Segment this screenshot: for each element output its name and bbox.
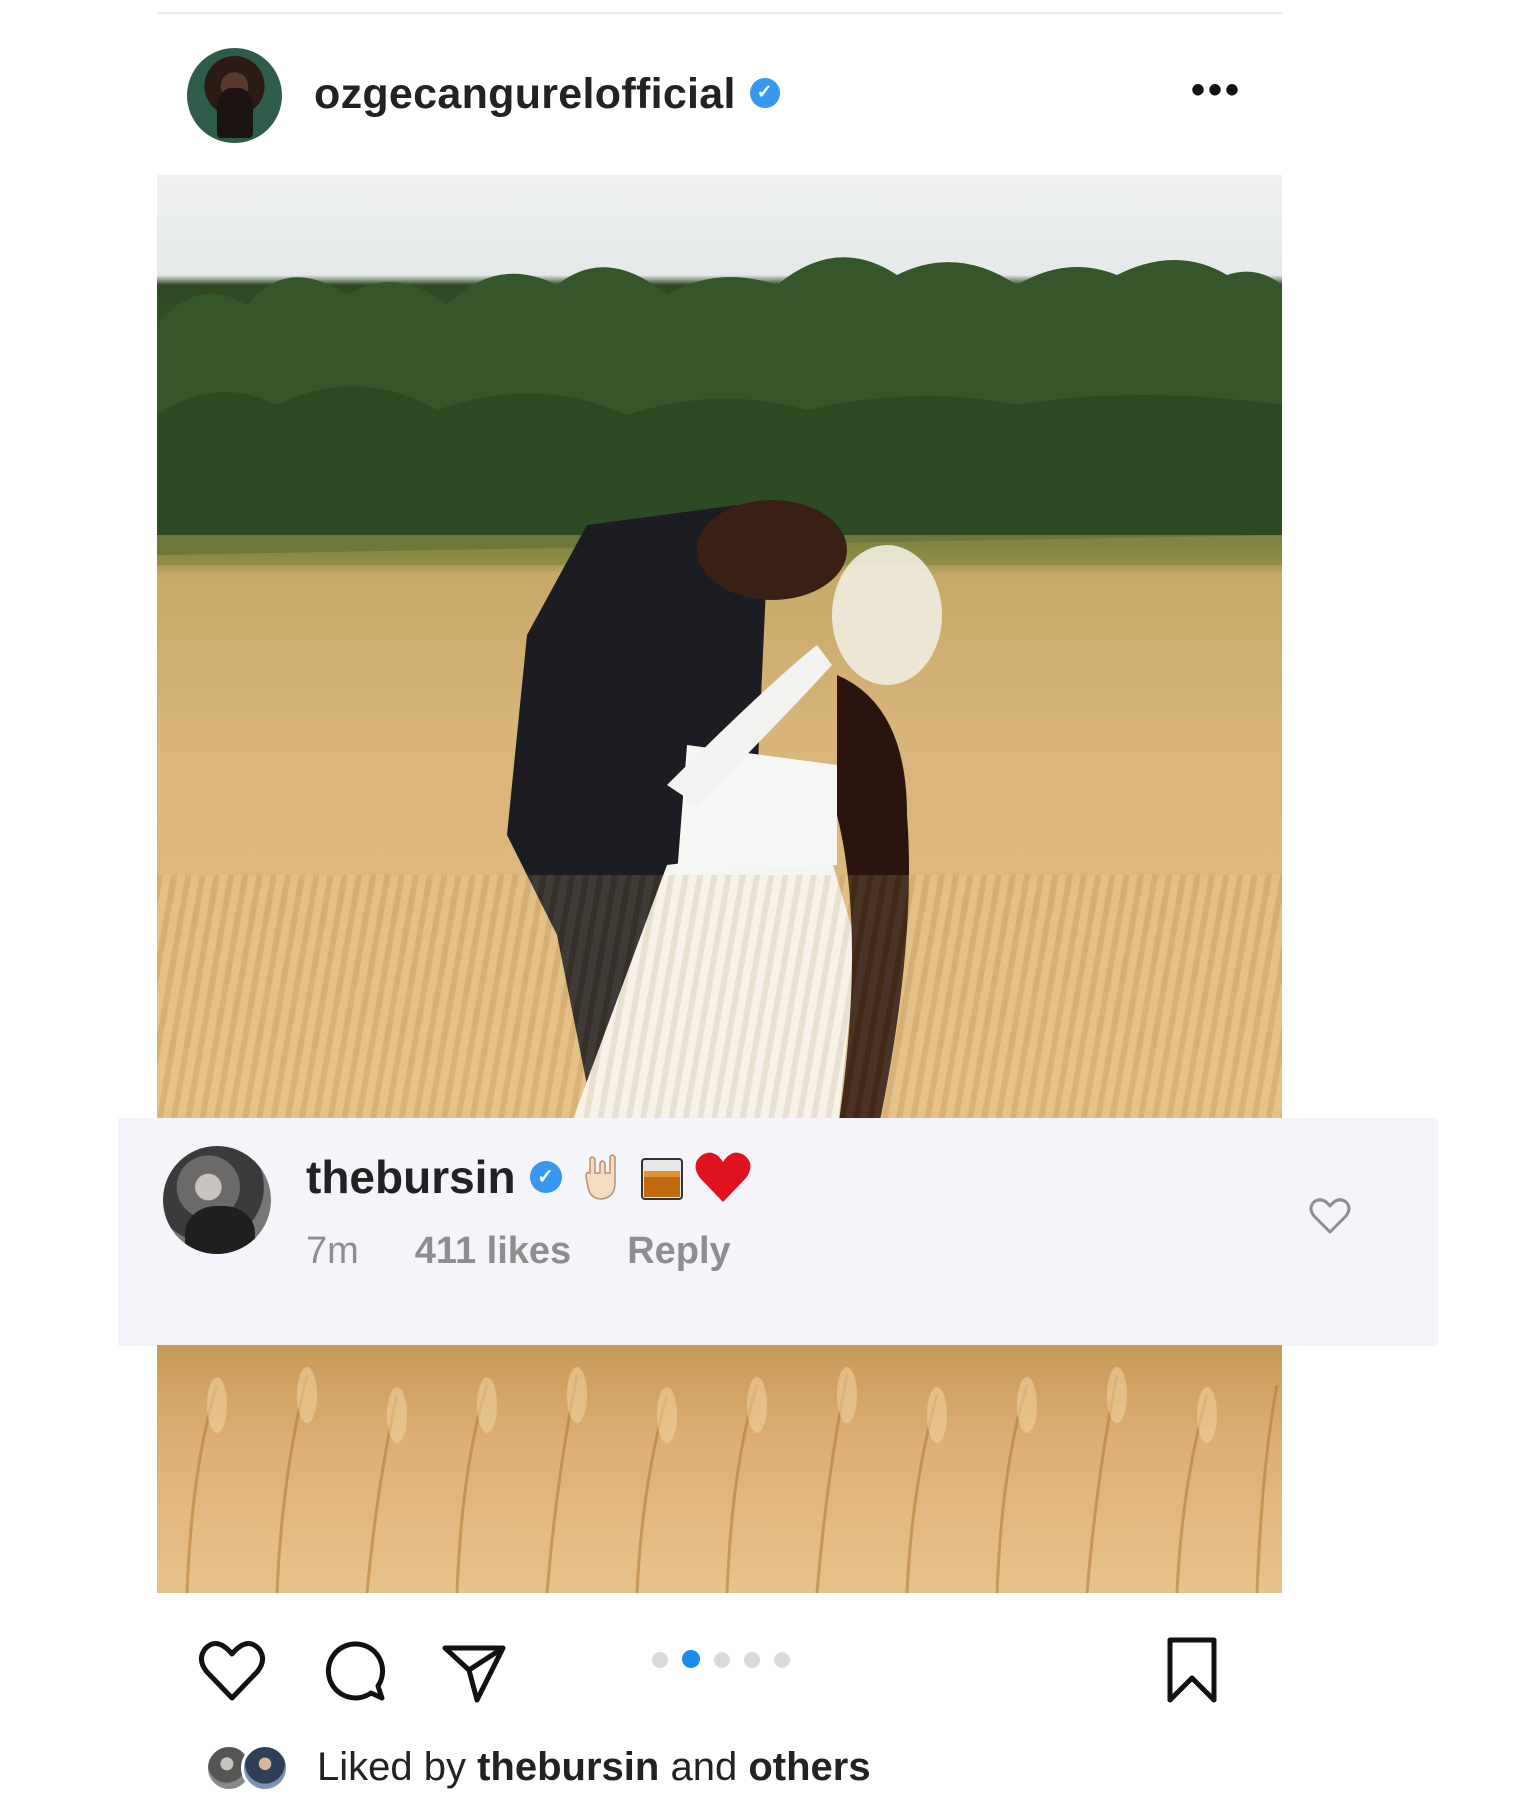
carousel-dot-active — [682, 1650, 700, 1668]
poster-username-row[interactable]: ozgecangurelofficial ✓ — [314, 70, 780, 119]
carousel-indicator — [652, 1650, 804, 1670]
carousel-dot — [714, 1652, 730, 1668]
reply-button[interactable]: Reply — [627, 1230, 730, 1272]
liked-by-text[interactable]: Liked by thebursin and others — [317, 1745, 871, 1790]
red-heart-emoji-icon — [695, 1152, 751, 1202]
carousel-dot — [744, 1652, 760, 1668]
carousel-dot — [774, 1652, 790, 1668]
top-divider — [157, 12, 1282, 14]
comment-meta: 7m 411 likes Reply — [306, 1230, 787, 1273]
post-photo[interactable] — [157, 175, 1282, 1130]
liker-avatar — [241, 1744, 289, 1792]
comment-like-heart-icon[interactable] — [1308, 1196, 1352, 1236]
comment-likes[interactable]: 411 likes — [415, 1230, 571, 1272]
liked-by-prefix: Liked by — [317, 1745, 466, 1789]
comment-card: thebursin ✓ 7m 411 likes Reply — [118, 1118, 1438, 1346]
liked-by-user[interactable]: thebursin — [477, 1745, 659, 1789]
verified-badge-icon: ✓ — [529, 1160, 562, 1193]
post-action-bar — [157, 1620, 1282, 1710]
poster-username[interactable]: ozgecangurelofficial — [314, 70, 736, 118]
share-send-icon[interactable] — [439, 1636, 509, 1706]
verified-badge-icon: ✓ — [749, 77, 780, 108]
more-options-icon[interactable]: ••• — [1191, 70, 1242, 110]
liked-by-others[interactable]: others — [748, 1745, 870, 1789]
wheat-field-texture — [157, 875, 1282, 1130]
commenter-username[interactable]: thebursin — [306, 1151, 516, 1203]
commenter-avatar[interactable] — [163, 1146, 271, 1254]
comment-header: thebursin ✓ — [306, 1150, 752, 1208]
rock-hand-emoji-icon — [584, 1154, 616, 1200]
comment-time: 7m — [306, 1230, 359, 1272]
poster-avatar[interactable] — [187, 48, 282, 143]
whisky-glass-emoji-icon — [640, 1157, 683, 1200]
comment-bubble-icon[interactable] — [319, 1636, 389, 1706]
save-bookmark-icon[interactable] — [1162, 1634, 1222, 1706]
liked-by-and: and — [670, 1745, 738, 1789]
like-heart-icon[interactable] — [197, 1636, 267, 1706]
post-photo-lower[interactable] — [157, 1345, 1282, 1593]
carousel-dot — [652, 1652, 668, 1668]
post-header: ozgecangurelofficial ✓ ••• — [157, 40, 1282, 155]
wheat-ears-illustration — [185, 1367, 1279, 1593]
